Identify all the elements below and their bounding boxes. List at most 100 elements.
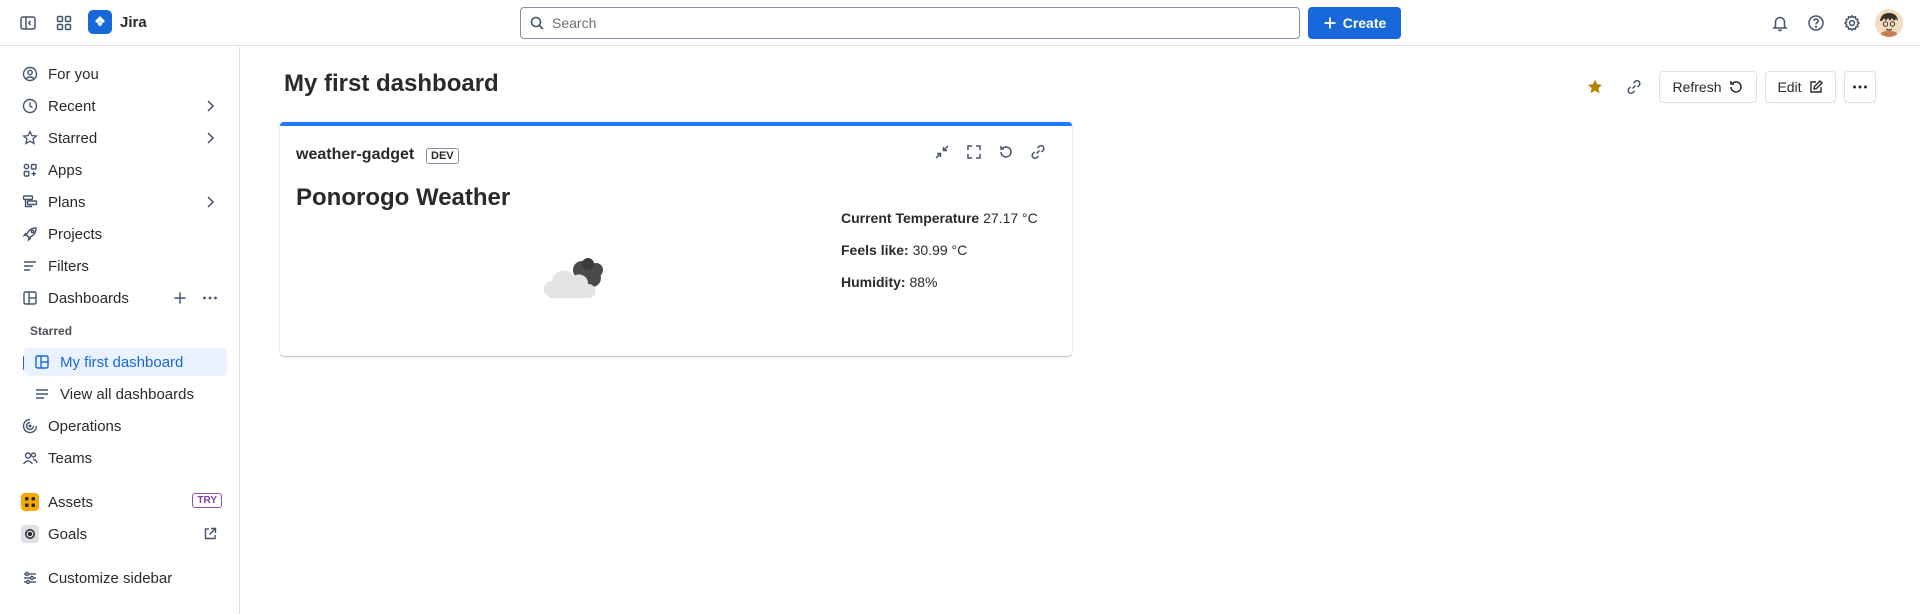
star-button[interactable] [1579,71,1611,103]
sidebar-item-plans[interactable]: Plans [12,188,228,216]
edit-pencil-icon [1808,79,1824,95]
sidebar-item-label: Teams [48,449,93,467]
link-icon[interactable] [1028,142,1048,162]
search-icon [530,16,544,30]
stat-value: 27.17 °C [983,210,1038,226]
assets-app-icon [21,493,39,511]
clock-icon [20,96,40,116]
sidebar-item-label: Assets [48,493,94,511]
sidebar-item-label: Operations [48,417,122,435]
dashboard-icon [32,352,52,372]
sidebar-item-label: Projects [48,225,103,243]
refresh-icon [1728,79,1744,95]
search-input[interactable] [552,15,1272,31]
goals-icon [20,524,40,544]
chevron-right-icon[interactable] [200,192,220,212]
starred-section-heading: Starred [30,324,73,338]
sidebar-item-teams[interactable]: Teams [12,444,228,472]
rocket-icon [20,224,40,244]
humidity: Humidity: 88% [841,274,937,290]
current-temperature: Current Temperature 27.17 °C [841,210,1038,226]
gadget-title: weather-gadget [296,146,415,163]
filter-lines-icon [20,256,40,276]
sidebar-item-view-all-dashboards[interactable]: View all dashboards [24,380,227,408]
sidebar: For you Recent Starred Apps Plans Projec… [0,47,240,614]
plus-icon[interactable] [170,288,190,308]
sidebar-item-operations[interactable]: Operations [12,412,228,440]
sidebar-item-label: Filters [48,257,89,275]
star-outline-icon [20,128,40,148]
sliders-icon [20,568,40,588]
sidebar-item-assets[interactable]: Assets TRY [12,488,228,516]
list-icon [32,384,52,404]
minimize-icon[interactable] [932,142,952,162]
assets-icon [20,492,40,512]
people-icon [20,448,40,468]
sidebar-item-label: View all dashboards [60,385,194,403]
create-button-label: Create [1342,15,1387,31]
chevron-right-icon[interactable] [200,128,220,148]
copy-link-button[interactable] [1618,71,1650,103]
stat-label: Current Temperature [841,210,980,226]
chevron-right-icon[interactable] [200,96,220,116]
refresh-button[interactable]: Refresh [1659,71,1757,103]
create-button[interactable]: Create [1308,7,1401,39]
top-navigation: Jira Create [0,0,1920,46]
app-switcher-icon[interactable] [50,9,78,37]
sidebar-item-label: My first dashboard [60,353,184,371]
weather-gadget-card: weather-gadget DEV Ponorogo Weather Curr [280,122,1072,356]
sidebar-toggle-icon[interactable] [14,9,42,37]
edit-button-label: Edit [1777,79,1802,95]
more-horizontal-icon [1851,78,1869,96]
sidebar-item-label: Starred [48,129,98,147]
sidebar-item-label: Dashboards [48,289,129,307]
sidebar-item-goals[interactable]: Goals [12,520,228,548]
sidebar-item-for-you[interactable]: For you [12,60,228,88]
link-icon [1625,78,1643,96]
try-badge: TRY [192,493,222,508]
sidebar-item-filters[interactable]: Filters [12,252,228,280]
stat-label: Humidity: [841,274,906,290]
sidebar-item-customize-sidebar[interactable]: Customize sidebar [12,564,228,592]
notifications-bell-icon[interactable] [1766,9,1794,37]
apps-grid-icon [20,160,40,180]
search-box[interactable] [520,7,1300,39]
sidebar-item-label: Customize sidebar [48,569,173,587]
stat-value: 88% [909,274,938,290]
plans-icon [20,192,40,212]
cloudy-weather-icon [540,250,614,306]
plus-icon [1323,16,1337,30]
refresh-icon[interactable] [996,142,1016,162]
sidebar-item-label: Plans [48,193,86,211]
sidebar-item-recent[interactable]: Recent [12,92,228,120]
sidebar-item-starred[interactable]: Starred [12,124,228,152]
sidebar-item-label: For you [48,65,99,83]
dashboard-icon [20,288,40,308]
user-avatar[interactable] [1875,9,1903,37]
help-icon[interactable] [1802,9,1830,37]
jira-logo-icon [88,10,112,34]
external-link-icon[interactable] [200,524,220,544]
more-actions-button[interactable] [1844,71,1876,103]
sidebar-item-label: Goals [48,525,88,543]
sidebar-item-label: Recent [48,97,96,115]
settings-gear-icon[interactable] [1838,9,1866,37]
fullscreen-icon[interactable] [964,142,984,162]
edit-button[interactable]: Edit [1765,71,1836,103]
refresh-button-label: Refresh [1672,79,1722,95]
sidebar-item-apps[interactable]: Apps [12,156,228,184]
sidebar-item-label: Apps [48,161,83,179]
sidebar-item-my-first-dashboard[interactable]: My first dashboard [24,348,227,376]
operations-icon [20,416,40,436]
star-filled-icon [1586,78,1604,96]
jira-logo[interactable]: Jira [88,10,147,34]
dev-badge: DEV [426,148,459,164]
stat-label: Feels like: [841,242,909,258]
sidebar-item-dashboards[interactable]: Dashboards [12,284,228,312]
dashboards-actions [170,288,220,308]
stat-value: 30.99 °C [912,242,968,258]
app-name: Jira [120,13,147,31]
feels-like: Feels like: 30.99 °C [841,242,967,258]
sidebar-item-projects[interactable]: Projects [12,220,228,248]
more-horizontal-icon[interactable] [200,288,220,308]
